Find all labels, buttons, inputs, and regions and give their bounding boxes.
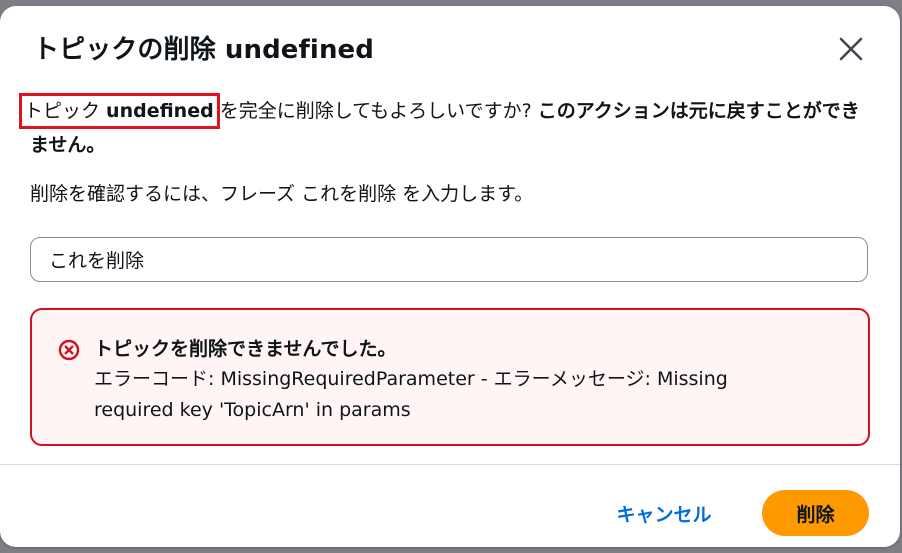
confirm-hint-after: を入力します。 bbox=[396, 183, 534, 205]
topic-name: undefined bbox=[106, 100, 214, 122]
cancel-button[interactable]: キャンセル bbox=[596, 490, 732, 536]
confirm-hint-before: 削除を確認するには、フレーズ bbox=[30, 183, 302, 205]
error-title: トピックを削除できませんでした。 bbox=[94, 338, 397, 360]
confirm-phrase-input[interactable] bbox=[30, 237, 868, 282]
delete-button[interactable]: 削除 bbox=[762, 490, 869, 536]
close-button[interactable] bbox=[836, 34, 866, 64]
error-alert: トピックを削除できませんでした。 エラーコード: MissingRequired… bbox=[30, 308, 870, 446]
confirm-instructions: 削除を確認するには、フレーズ これを削除 を入力します。 bbox=[30, 178, 533, 210]
confirmation-message: トピック undefined を完全に削除してもよろしいですか? このアクションは… bbox=[19, 93, 875, 161]
footer-divider bbox=[0, 464, 900, 465]
topic-prefix: トピック bbox=[24, 100, 107, 122]
confirm-phrase: これを削除 bbox=[301, 183, 397, 205]
topic-name-highlight: トピック undefined bbox=[19, 93, 220, 129]
dialog-title: トピックの削除 undefined bbox=[33, 35, 374, 65]
error-message: エラーコード: MissingRequiredParameter - エラーメッ… bbox=[94, 368, 728, 421]
error-x-icon bbox=[58, 339, 80, 361]
close-icon bbox=[839, 37, 863, 61]
confirmation-question: を完全に削除してもよろしいですか? bbox=[219, 100, 538, 122]
delete-topic-dialog: トピックの削除 undefined トピック undefined を完全に削除して… bbox=[0, 6, 900, 547]
